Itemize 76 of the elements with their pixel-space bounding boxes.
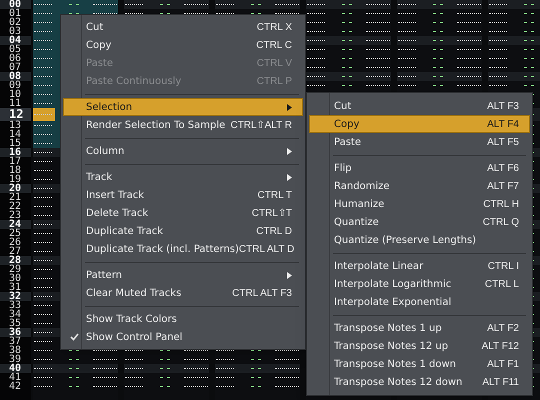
- menu-item[interactable]: Interpolate Linear CTRL I: [309, 257, 530, 275]
- row-number: 02: [8, 18, 22, 27]
- menu-item[interactable]: Interpolate Logarithmic CTRL L: [309, 275, 530, 293]
- menu-item[interactable]: Transpose Notes 12 up ALT F12: [309, 337, 530, 355]
- row-number: 33: [8, 301, 22, 310]
- row-number: 18: [8, 166, 22, 175]
- row-number: 19: [8, 175, 22, 184]
- row-number: 11: [8, 99, 22, 108]
- row-number: 06: [8, 54, 22, 63]
- menu-item[interactable]: Paste ALT F5: [309, 133, 530, 151]
- menu-item[interactable]: Interpolate Exponential: [309, 293, 530, 311]
- submenu-arrow-icon: [287, 272, 292, 278]
- menu-item[interactable]: Randomize ALT F7: [309, 177, 530, 195]
- menu-item[interactable]: Copy ALT F4: [309, 115, 530, 133]
- row-number: 04: [0, 36, 31, 45]
- row-number: 39: [8, 355, 22, 364]
- row-number: 27: [8, 247, 22, 256]
- row-number: 05: [8, 45, 22, 54]
- row-number: 26: [8, 238, 22, 247]
- submenu-arrow-icon: [287, 174, 292, 180]
- menu-item[interactable]: Flip ALT F6: [309, 159, 530, 177]
- row-number: 01: [8, 9, 22, 18]
- row-number: 32: [0, 292, 31, 301]
- row-number: 22: [8, 202, 22, 211]
- menu-item[interactable]: Transpose Notes 12 down ALT F11: [309, 373, 530, 391]
- row-number: 40: [0, 364, 31, 373]
- menu-item[interactable]: Render Selection To Sample CTRL⇧ALT R: [63, 116, 303, 134]
- row-number: 37: [8, 337, 22, 346]
- row-number: 09: [8, 81, 22, 90]
- row-number: 41: [8, 373, 22, 382]
- row-number: 35: [8, 319, 22, 328]
- row-number: 12: [0, 108, 31, 121]
- submenu-arrow-icon: [287, 104, 292, 110]
- menu-item[interactable]: Show Control Panel: [63, 328, 303, 346]
- menu-item[interactable]: Humanize CTRL H: [309, 195, 530, 213]
- row-number: 08: [0, 72, 31, 81]
- row-number: 28: [0, 256, 31, 265]
- checkmark-icon: [70, 333, 79, 341]
- row-number: 16: [0, 148, 31, 157]
- row-number: 13: [8, 121, 22, 130]
- row-number: 30: [8, 274, 22, 283]
- row-number: 34: [8, 310, 22, 319]
- menu-item[interactable]: Quantize CTRL Q: [309, 213, 530, 231]
- row-number: 17: [8, 157, 22, 166]
- row-number: 38: [8, 346, 22, 355]
- menu-item[interactable]: Duplicate Track (incl. Patterns)CTRL ALT D: [63, 240, 303, 258]
- row-number: 14: [8, 130, 22, 139]
- row-number: 25: [8, 229, 22, 238]
- menu-item[interactable]: Transpose Notes 1 up ALT F2: [309, 319, 530, 337]
- row-number: 21: [8, 193, 22, 202]
- row-number: 15: [8, 139, 22, 148]
- menu-item[interactable]: Copy CTRL C: [63, 36, 303, 54]
- row-number: 10: [8, 90, 22, 99]
- menu-item[interactable]: Duplicate Track CTRL D: [63, 222, 303, 240]
- row-number: 42: [8, 382, 22, 391]
- row-number: 24: [0, 220, 31, 229]
- row-number: 03: [8, 27, 22, 36]
- row-number: 23: [8, 211, 22, 220]
- menu-item[interactable]: Quantize (Preserve Lengths): [309, 231, 530, 249]
- menu-item[interactable]: Delete Track CTRL⇧T: [63, 204, 303, 222]
- row-number: 07: [8, 63, 22, 72]
- menu-item[interactable]: Show Track Colors: [63, 310, 303, 328]
- menu-item[interactable]: Transpose Notes 1 down ALT F1: [309, 355, 530, 373]
- menu-item[interactable]: Track: [63, 168, 303, 186]
- row-number: 20: [0, 184, 31, 193]
- menu-item[interactable]: Cut CTRL X: [63, 18, 303, 36]
- menu-item[interactable]: Insert Track CTRL T: [63, 186, 303, 204]
- row-number: 29: [8, 265, 22, 274]
- menu-item[interactable]: Pattern: [63, 266, 303, 284]
- row-number: 31: [8, 283, 22, 292]
- menu-item[interactable]: Cut ALT F3: [309, 97, 530, 115]
- row-number: 36: [0, 328, 31, 337]
- menu-item[interactable]: Column: [63, 142, 303, 160]
- submenu-arrow-icon: [287, 148, 292, 154]
- menu-item[interactable]: Clear Muted Tracks CTRL ALT F3: [63, 284, 303, 302]
- menu-item[interactable]: Selection: [63, 98, 303, 116]
